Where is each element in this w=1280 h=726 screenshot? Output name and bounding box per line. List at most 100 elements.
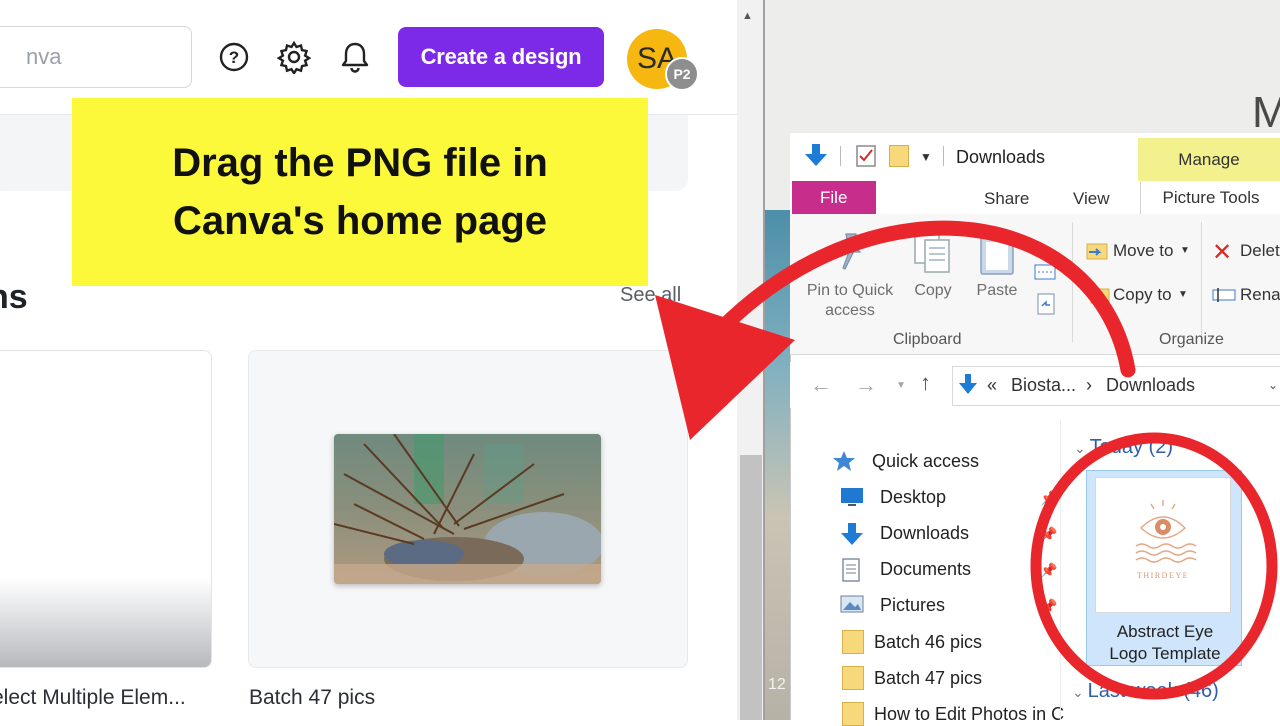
file-name-line2: Logo Template: [1109, 644, 1221, 663]
recent-locations-dropdown-icon[interactable]: ▼: [896, 380, 906, 391]
star-icon: [832, 450, 858, 472]
nav-item-label: Downloads: [880, 522, 970, 543]
nav-item-how-to-edit[interactable]: How to Edit Photos in C: [832, 702, 1064, 726]
nav-item-pictures[interactable]: Pictures: [840, 594, 945, 616]
avatar-team-badge: P2: [665, 57, 699, 91]
collapse-chevron-icon: ⌄: [1074, 440, 1090, 456]
move-to-dropdown-icon[interactable]: ▼: [1180, 245, 1190, 256]
pinned-icon: 📌: [1040, 598, 1058, 614]
paste-clipboard-icon: [978, 228, 1016, 281]
nav-item-label: Batch 46 pics: [874, 631, 983, 652]
file-name-line1: Abstract Eye: [1116, 622, 1214, 641]
pictures-icon: [840, 594, 866, 616]
tab-view[interactable]: View: [1073, 189, 1110, 209]
delete-x-icon: ✕: [1212, 239, 1233, 266]
nav-item-label: Desktop: [880, 486, 947, 507]
rename-button[interactable]: Rena: [1240, 285, 1280, 305]
callout-line1: Drag the PNG file in: [172, 141, 548, 185]
pin-label-line1: Pin to Quick: [806, 282, 894, 299]
section-title: ns: [0, 278, 28, 316]
design-thumbnail: [334, 434, 601, 584]
notifications-bell-icon[interactable]: [336, 38, 374, 76]
search-placeholder: nva: [26, 44, 62, 69]
nav-item-label: How to Edit Photos in C: [874, 703, 1065, 724]
settings-gear-icon[interactable]: [275, 38, 313, 76]
copy-to-dropdown-icon[interactable]: ▼: [1178, 289, 1188, 300]
group-header-label: Last week (46): [1087, 680, 1219, 702]
pin-label-line2: access: [825, 302, 875, 319]
card-caption: elect Multiple Elem...: [0, 686, 186, 709]
customize-dropdown-icon[interactable]: ▼: [920, 150, 932, 164]
copy-icon: [912, 228, 952, 281]
copy-path-icon[interactable]: [1034, 263, 1056, 286]
nav-item-label: Documents: [880, 558, 972, 579]
tab-share[interactable]: Share: [984, 189, 1029, 209]
ribbon-group-separator: [1072, 222, 1073, 342]
up-arrow-icon[interactable]: ↑: [920, 370, 931, 396]
titlebar-separator: [943, 146, 944, 166]
tab-manage[interactable]: Manage: [1138, 138, 1280, 182]
paste-button[interactable]: Paste: [970, 281, 1024, 301]
group-header-today[interactable]: ⌄ Today (2): [1074, 436, 1173, 459]
desktop-icon: [840, 486, 866, 508]
nav-item-downloads[interactable]: Downloads: [840, 522, 970, 545]
copy-button[interactable]: Copy: [906, 281, 960, 301]
scroll-up-arrow-icon[interactable]: ▲: [742, 10, 753, 22]
file-logo-text: THIRDEYE: [1137, 571, 1189, 580]
address-download-icon: [958, 372, 978, 401]
nav-item-label: Quick access: [872, 450, 980, 471]
see-all-link[interactable]: See all: [620, 284, 681, 307]
tab-picture-tools[interactable]: Picture Tools: [1140, 182, 1280, 214]
breadcrumb-downloads[interactable]: Downloads: [1106, 375, 1195, 396]
forward-arrow-icon[interactable]: →: [855, 372, 877, 398]
breadcrumb-separator: ›: [1086, 375, 1092, 395]
scrollbar-thumb[interactable]: [740, 455, 762, 720]
help-icon[interactable]: ?: [215, 38, 253, 76]
delete-button[interactable]: Delet: [1240, 241, 1280, 261]
pin-to-quick-access-button[interactable]: Pin to Quick access: [800, 281, 900, 321]
address-dropdown-icon[interactable]: ⌄: [1268, 378, 1278, 392]
new-folder-icon[interactable]: [889, 145, 909, 167]
copy-to-folder-icon: [1090, 285, 1110, 310]
nav-item-quick-access[interactable]: Quick access: [832, 450, 979, 472]
move-to-folder-icon: [1086, 240, 1108, 265]
pin-icon: [832, 232, 868, 277]
pinned-icon: 📌: [1040, 490, 1058, 506]
quick-access-download-arrow-icon[interactable]: [804, 142, 828, 173]
collapse-chevron-icon: ⌄: [1072, 684, 1088, 700]
nav-item-label: Batch 47 pics: [874, 667, 983, 688]
create-design-button[interactable]: Create a design: [398, 27, 604, 87]
nav-item-batch-46[interactable]: Batch 46 pics: [832, 630, 982, 654]
window-title: Downloads: [956, 147, 1046, 167]
svg-text:?: ?: [229, 48, 239, 67]
move-to-button[interactable]: Move to: [1113, 241, 1173, 261]
rename-icon: [1212, 286, 1236, 309]
nav-item-documents[interactable]: Documents: [840, 558, 972, 582]
pinned-icon: 📌: [1040, 562, 1058, 578]
nav-item-batch-47[interactable]: Batch 47 pics: [832, 666, 982, 690]
properties-checkbox-icon[interactable]: [855, 144, 877, 173]
tab-file[interactable]: File: [792, 181, 876, 215]
nav-item-desktop[interactable]: Desktop: [840, 486, 946, 508]
desktop-number: 12: [768, 676, 786, 693]
folder-icon: [842, 666, 864, 690]
desktop-text: M: [1252, 88, 1280, 137]
clipboard-group-label: Clipboard: [893, 331, 962, 348]
file-thumbnail: THIRDEYE: [1095, 477, 1231, 613]
design-card[interactable]: [0, 350, 212, 668]
pane-divider: [1060, 420, 1061, 720]
paste-shortcut-icon[interactable]: [1036, 292, 1056, 321]
back-arrow-icon[interactable]: ←: [810, 372, 832, 398]
nav-item-label: Pictures: [880, 594, 946, 615]
copy-to-button[interactable]: Copy to: [1113, 285, 1172, 305]
organize-group-label: Organize: [1159, 331, 1224, 348]
group-header-label: Today (2): [1089, 436, 1173, 458]
address-overflow-chevron[interactable]: «: [987, 375, 997, 396]
breadcrumb-biosta[interactable]: Biosta...: [1011, 375, 1076, 396]
file-name: Abstract Eye Logo Template: [1090, 621, 1240, 665]
download-arrow-icon: [840, 522, 866, 545]
ribbon-group-separator: [1201, 222, 1202, 342]
group-header-last-week[interactable]: ⌄ Last week (46): [1072, 680, 1219, 703]
folder-icon: [842, 630, 864, 654]
documents-icon: [840, 558, 866, 582]
